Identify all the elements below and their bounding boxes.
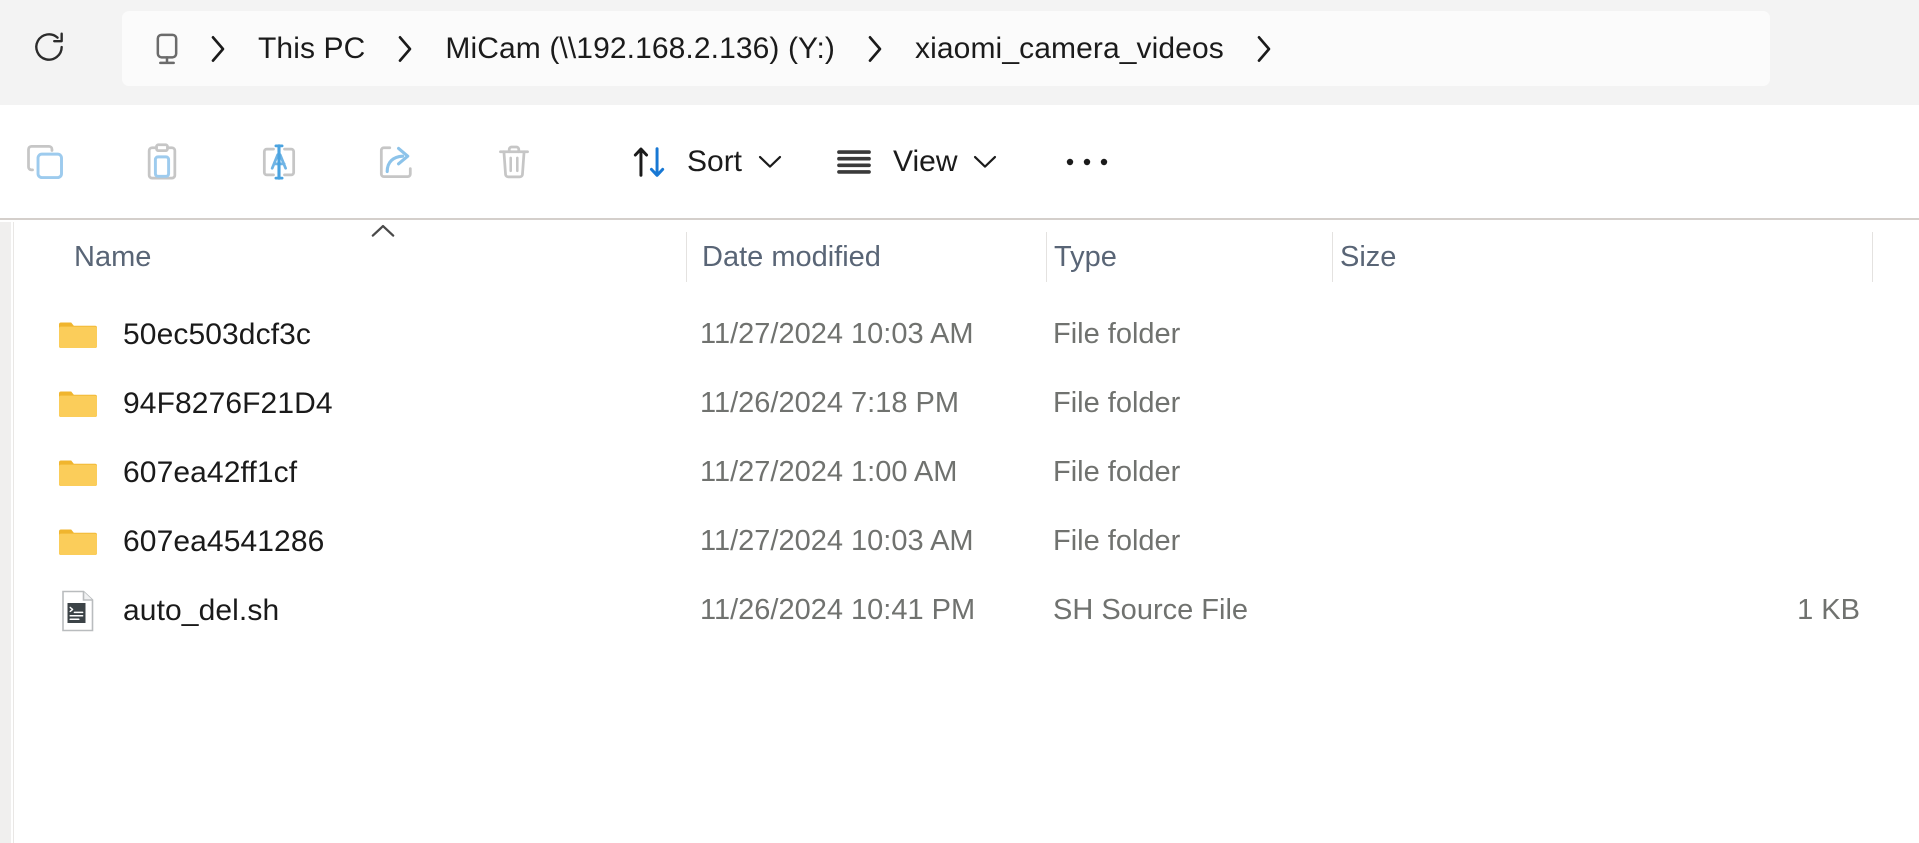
file-size-cell (1344, 300, 1860, 369)
address-bar: This PC MiCam (\\192.168.2.136) (Y:) xia… (0, 0, 1919, 105)
sort-button[interactable]: Sort (608, 129, 802, 195)
table-row[interactable]: 607ea42ff1cf 11/27/2024 1:00 AM File fol… (14, 438, 1919, 507)
breadcrumb-separator[interactable] (190, 34, 246, 64)
folder-glyph (59, 529, 97, 555)
column-header-size-label: Size (1340, 240, 1397, 273)
column-header-row: Name Date modified Type Size (14, 222, 1919, 292)
chevron-down-icon (974, 155, 997, 168)
breadcrumb-separator[interactable] (847, 34, 903, 64)
file-name-label: 607ea42ff1cf (123, 455, 298, 489)
column-resizer-date-modified[interactable] (1046, 232, 1047, 282)
column-header-type-label: Type (1054, 240, 1117, 273)
file-name-cell[interactable]: 94F8276F21D4 (14, 369, 333, 438)
copy-button[interactable] (7, 129, 83, 195)
file-date-modified-cell: 11/26/2024 7:18 PM (700, 387, 960, 419)
view-icon (837, 150, 871, 174)
column-resizer-name[interactable] (686, 232, 687, 282)
file-name-label: 94F8276F21D4 (123, 386, 333, 420)
see-more-button[interactable] (1048, 129, 1126, 195)
table-row[interactable]: auto_del.sh 11/26/2024 10:41 PM SH Sourc… (14, 576, 1919, 645)
column-resizer-size[interactable] (1872, 232, 1873, 282)
breadcrumb-separator[interactable] (377, 34, 433, 64)
sort-label: Sort (687, 145, 743, 178)
sort-icon (633, 147, 665, 177)
file-size-cell: 1 KB (1797, 594, 1860, 626)
chevron-down-icon (758, 155, 782, 168)
share-button[interactable] (358, 129, 434, 195)
view-label: View (893, 145, 958, 178)
delete-icon (499, 145, 529, 179)
paste-icon (147, 143, 177, 180)
this-pc-icon-button[interactable] (144, 26, 190, 72)
navigation-pane-strip (0, 222, 11, 843)
command-toolbar: Sort View (0, 105, 1919, 308)
chevron-right-icon (211, 35, 225, 62)
file-name-label: 607ea4541286 (123, 524, 325, 558)
file-type-cell: File folder (1053, 387, 1181, 419)
paste-button[interactable] (124, 129, 200, 195)
folder-glyph (59, 322, 97, 348)
file-name-cell[interactable]: 607ea42ff1cf (14, 438, 297, 507)
file-date-modified-cell: 11/26/2024 10:41 PM (700, 594, 976, 626)
column-header-size[interactable]: Size (1340, 222, 1868, 292)
rename-button[interactable] (241, 129, 317, 195)
file-name-label: auto_del.sh (123, 593, 280, 627)
refresh-icon (35, 32, 63, 61)
file-type-cell: File folder (1053, 525, 1181, 557)
folder-icon (58, 522, 98, 562)
breadcrumb-item-micam-drive[interactable]: MiCam (\\192.168.2.136) (Y:) (433, 26, 847, 72)
breadcrumb-dropdown[interactable] (1236, 34, 1292, 64)
file-explorer-window: This PC MiCam (\\192.168.2.136) (Y:) xia… (0, 0, 1919, 843)
column-header-name[interactable]: Name (74, 222, 686, 292)
chevron-right-icon (399, 35, 412, 62)
breadcrumb-item-this-pc[interactable]: This PC (246, 26, 377, 72)
column-resizer-type[interactable] (1332, 232, 1333, 282)
script-file-icon (58, 590, 98, 631)
folder-glyph (59, 460, 97, 486)
column-header-type[interactable]: Type (1054, 222, 1332, 292)
table-row[interactable]: 50ec503dcf3c 11/27/2024 10:03 AM File fo… (14, 300, 1919, 369)
file-size-cell (1344, 507, 1860, 576)
file-date-modified-cell: 11/27/2024 10:03 AM (700, 318, 974, 350)
folder-icon (58, 315, 98, 355)
view-chevron (973, 154, 997, 170)
file-type-cell: File folder (1053, 318, 1181, 350)
column-header-date-modified[interactable]: Date modified (702, 222, 1046, 292)
file-name-cell[interactable]: auto_del.sh (14, 576, 279, 645)
file-list: 50ec503dcf3c 11/27/2024 10:03 AM File fo… (14, 292, 1919, 843)
view-button[interactable]: View (812, 129, 1017, 195)
script-file-glyph (62, 590, 94, 631)
breadcrumb-bar[interactable]: This PC MiCam (\\192.168.2.136) (Y:) xia… (122, 11, 1770, 86)
file-name-cell[interactable]: 607ea4541286 (14, 507, 324, 576)
file-size-cell (1344, 438, 1860, 507)
ellipsis-icon (1066, 158, 1108, 166)
copy-icon (27, 145, 63, 180)
file-size-cell (1344, 369, 1860, 438)
refresh-button[interactable] (18, 16, 80, 78)
file-name-label: 50ec503dcf3c (123, 317, 312, 351)
file-date-modified-cell: 11/27/2024 10:03 AM (700, 525, 974, 557)
folder-icon (58, 384, 98, 424)
folder-glyph (59, 391, 97, 417)
file-date-modified-cell: 11/27/2024 1:00 AM (700, 456, 958, 488)
table-row[interactable]: 607ea4541286 11/27/2024 10:03 AM File fo… (14, 507, 1919, 576)
file-name-cell[interactable]: 50ec503dcf3c (14, 300, 311, 369)
folder-icon (58, 453, 98, 493)
chevron-right-icon (868, 35, 882, 62)
file-type-cell: SH Source File (1053, 594, 1249, 626)
file-type-cell: File folder (1053, 456, 1181, 488)
this-pc-icon (156, 33, 178, 64)
sort-chevron (758, 154, 782, 170)
column-header-name-label: Name (74, 240, 152, 273)
column-header-date-modified-label: Date modified (702, 240, 881, 273)
rename-icon (262, 144, 296, 180)
table-row[interactable]: 94F8276F21D4 11/26/2024 7:18 PM File fol… (14, 369, 1919, 438)
share-icon (379, 146, 412, 179)
breadcrumb-item-xiaomi-camera-videos[interactable]: xiaomi_camera_videos (903, 26, 1236, 72)
chevron-right-icon (1257, 35, 1271, 62)
delete-button[interactable] (476, 129, 552, 195)
